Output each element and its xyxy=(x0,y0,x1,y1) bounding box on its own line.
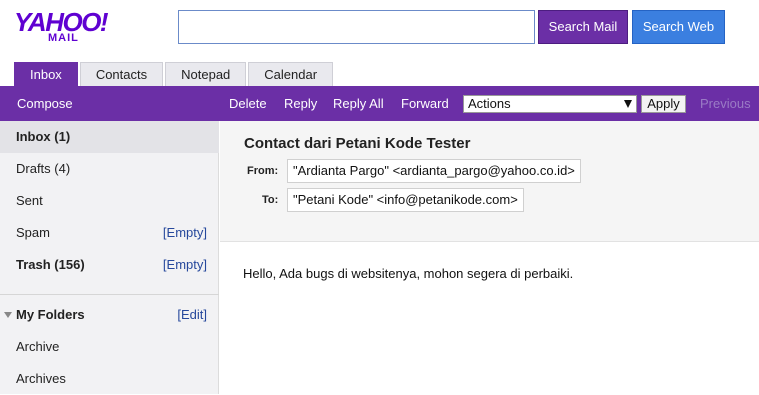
reply-button[interactable]: Reply xyxy=(284,86,317,121)
my-folders-title: My Folders xyxy=(16,307,85,322)
to-label: To: xyxy=(262,194,279,206)
collapse-triangle-icon[interactable] xyxy=(4,312,12,318)
folder-item-archive[interactable]: Archive xyxy=(0,331,219,363)
folder-item-label: Archive xyxy=(16,339,60,354)
search-web-button[interactable]: Search Web xyxy=(632,10,725,44)
dropdown-arrow-icon xyxy=(624,100,632,108)
to-value[interactable]: "Petani Kode" <info@petanikode.com> xyxy=(287,188,524,212)
sidebar-item-label: Trash (156) xyxy=(16,257,85,272)
header: YAHOO! MAIL Search Mail Search Web xyxy=(0,0,759,58)
actions-select-value: Actions xyxy=(468,96,511,111)
delete-button[interactable]: Delete xyxy=(229,86,267,121)
search-mail-button[interactable]: Search Mail xyxy=(538,10,628,44)
from-value[interactable]: "Ardianta Pargo" <ardianta_pargo@yahoo.c… xyxy=(287,159,581,183)
logo-product: MAIL xyxy=(48,32,79,44)
forward-button[interactable]: Forward xyxy=(401,86,449,121)
sidebar-item-label: Inbox (1) xyxy=(16,129,71,144)
sidebar-item-trash[interactable]: Trash (156) [Empty] xyxy=(0,249,219,281)
sidebar-item-inbox[interactable]: Inbox (1) xyxy=(0,121,219,153)
empty-spam-link[interactable]: [Empty] xyxy=(163,217,207,249)
main-tabs: Inbox Contacts Notepad Calendar xyxy=(14,62,334,87)
message-header: Contact dari Petani Kode Tester From: "A… xyxy=(220,121,759,242)
tab-inbox[interactable]: Inbox xyxy=(14,62,78,87)
tab-notepad[interactable]: Notepad xyxy=(165,62,247,87)
compose-button[interactable]: Compose xyxy=(17,86,73,121)
from-label: From: xyxy=(247,165,279,177)
sidebar-item-sent[interactable]: Sent xyxy=(0,185,219,217)
reply-all-button[interactable]: Reply All xyxy=(333,86,384,121)
tab-contacts[interactable]: Contacts xyxy=(79,62,164,87)
tab-calendar[interactable]: Calendar xyxy=(248,62,334,87)
edit-folders-link[interactable]: [Edit] xyxy=(177,299,207,331)
sidebar-divider xyxy=(0,294,219,295)
folder-item-archives[interactable]: Archives xyxy=(0,363,219,395)
search-input[interactable] xyxy=(178,10,535,44)
actions-select[interactable]: Actions xyxy=(463,95,637,113)
sidebar-item-label: Spam xyxy=(16,225,50,240)
previous-button[interactable]: Previous xyxy=(700,86,751,121)
sidebar: Inbox (1) Drafts (4) Sent Spam [Empty] T… xyxy=(0,121,219,394)
sidebar-item-spam[interactable]: Spam [Empty] xyxy=(0,217,219,249)
sidebar-item-label: Sent xyxy=(16,193,43,208)
apply-button[interactable]: Apply xyxy=(641,95,686,113)
empty-trash-link[interactable]: [Empty] xyxy=(163,249,207,281)
message-subject: Contact dari Petani Kode Tester xyxy=(244,135,471,152)
folder-item-label: Archives xyxy=(16,371,66,386)
sidebar-item-drafts[interactable]: Drafts (4) xyxy=(0,153,219,185)
sidebar-item-label: Drafts (4) xyxy=(16,161,71,176)
toolbar: Compose Delete Reply Reply All Forward A… xyxy=(0,86,759,121)
yahoo-mail-logo[interactable]: YAHOO! MAIL xyxy=(14,8,114,46)
message-body: Hello, Ada bugs di websitenya, mohon seg… xyxy=(243,266,574,281)
my-folders-header[interactable]: My Folders [Edit] xyxy=(0,299,219,331)
